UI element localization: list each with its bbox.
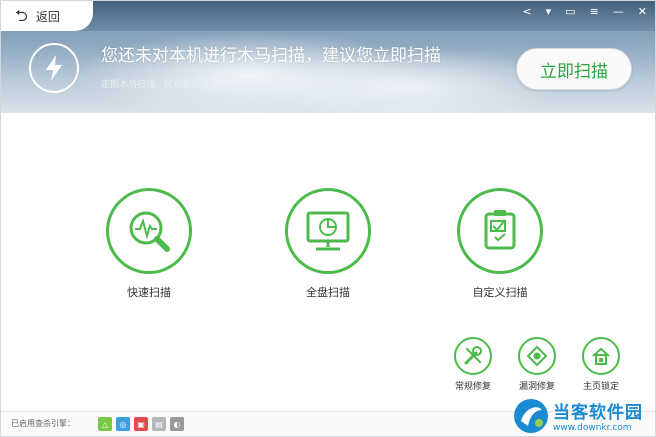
watermark-title: 当客软件园 xyxy=(553,403,643,423)
scan-now-button[interactable]: 立即扫描 xyxy=(516,48,632,90)
patch-icon xyxy=(526,345,548,367)
full-scan-label: 全盘扫描 xyxy=(306,286,350,299)
pulse-magnifier-icon xyxy=(129,211,170,252)
back-button[interactable]: ⮌ 返回 xyxy=(1,1,93,31)
minimize-icon[interactable]: — xyxy=(613,5,624,19)
qvm-engine-icon[interactable]: ◎ xyxy=(116,417,130,431)
bitdefender-engine-icon[interactable]: ▣ xyxy=(134,417,148,431)
lightning-icon xyxy=(29,43,79,93)
share-icon[interactable]: < xyxy=(522,5,531,19)
close-icon[interactable]: ✕ xyxy=(638,5,647,19)
avira-engine-icon[interactable]: ◐ xyxy=(170,417,184,431)
quick-scan-option[interactable]: 快速扫描 xyxy=(89,188,209,300)
window-controls: < ▾ ▭ ≡ — ✕ xyxy=(522,5,647,19)
home-lock-icon xyxy=(592,347,610,365)
scan-prompt-headline: 您还未对本机进行木马扫描，建议您立即扫描 xyxy=(101,46,441,66)
homepage-lock-label: 主页锁定 xyxy=(582,382,619,392)
menu-icon[interactable]: ≡ xyxy=(590,5,599,19)
app-window: ⮌ 返回 < ▾ ▭ ≡ — ✕ 您还未对本机进行木马扫描，建议您立即扫描 定期… xyxy=(0,0,656,437)
watermark-url: www.downkr.com xyxy=(553,423,632,433)
checklist-icon xyxy=(484,210,516,250)
shirt-icon[interactable]: ▾ xyxy=(546,5,552,19)
quick-scan-label: 快速扫描 xyxy=(127,286,171,299)
full-scan-option[interactable]: 全盘扫描 xyxy=(268,188,388,300)
message-icon[interactable]: ▭ xyxy=(565,5,575,19)
engine-label: 已启用查杀引擎： xyxy=(11,419,75,428)
back-arrow-icon: ⮌ xyxy=(15,6,28,25)
custom-scan-option[interactable]: 自定义扫描 xyxy=(440,188,560,300)
custom-scan-label: 自定义扫描 xyxy=(472,286,528,299)
header-banner: ⮌ 返回 < ▾ ▭ ≡ — ✕ 您还未对本机进行木马扫描，建议您立即扫描 定期… xyxy=(1,1,655,113)
scan-prompt-subline: 定期木马扫描、优化系统设置，时刻保持电脑健康 xyxy=(101,80,300,90)
vulnerability-repair-label: 漏洞修复 xyxy=(518,382,555,392)
homepage-lock-button[interactable]: 主页锁定 xyxy=(571,337,631,392)
watermark-logo-icon xyxy=(514,398,548,433)
general-repair-button[interactable]: 常规修复 xyxy=(443,337,503,392)
site-watermark: 当客软件园 www.downkr.com xyxy=(511,393,655,436)
cloud-engine-icon[interactable]: △ xyxy=(98,417,112,431)
general-repair-label: 常规修复 xyxy=(454,382,491,392)
system-repair-engine-icon[interactable]: ▤ xyxy=(152,417,166,431)
wrench-icon xyxy=(464,346,482,365)
monitor-icon xyxy=(306,211,350,251)
back-label: 返回 xyxy=(35,9,60,24)
vulnerability-repair-button[interactable]: 漏洞修复 xyxy=(507,337,567,392)
engine-list: △ ◎ ▣ ▤ ◐ xyxy=(98,417,184,431)
